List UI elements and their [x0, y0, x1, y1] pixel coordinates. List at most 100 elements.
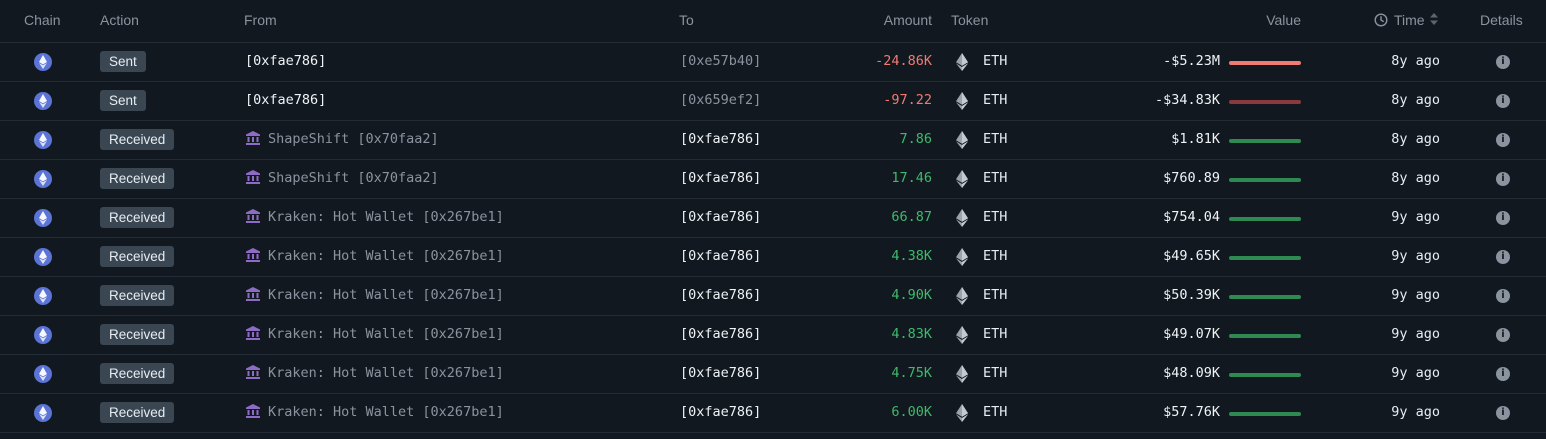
eth-token-icon: [956, 326, 968, 344]
amount-value: 4.83K: [891, 326, 932, 342]
time-ago: 9y ago: [1391, 365, 1440, 381]
usd-value: -$34.83K: [1154, 92, 1220, 108]
to-address-link[interactable]: [0x659ef2]: [680, 92, 761, 108]
info-icon[interactable]: i: [1496, 250, 1510, 264]
action-badge: Received: [100, 129, 175, 150]
ethereum-chain-icon: [34, 170, 52, 188]
amount-value: -97.22: [883, 92, 932, 108]
table-row[interactable]: Received Kraken: Hot Wallet [0x267be1] [0x…: [0, 316, 1546, 355]
eth-token-icon: [956, 170, 968, 188]
action-badge: Sent: [100, 51, 146, 72]
info-icon[interactable]: i: [1496, 211, 1510, 225]
table-row[interactable]: Received Kraken: Hot Wallet [0x267be1] [0x…: [0, 394, 1546, 433]
ethereum-chain-icon: [34, 92, 52, 110]
table-row[interactable]: Received Kraken: Hot Wallet [0x267be1] [0x…: [0, 238, 1546, 277]
eth-token-icon: [956, 209, 968, 227]
table-row[interactable]: Sent [0xfae786] [0xe57b40] -24.86K ETH -$5.23…: [0, 43, 1546, 82]
to-address-link[interactable]: [0xfae786]: [680, 404, 761, 420]
ethereum-chain-icon: [34, 404, 52, 422]
to-address-link[interactable]: [0xfae786]: [680, 287, 761, 303]
ethereum-chain-icon: [34, 287, 52, 305]
table-row[interactable]: Received Kraken: Hot Wallet [0x267be1] [0x…: [0, 199, 1546, 238]
header-time-sort[interactable]: Time: [1374, 12, 1438, 28]
eth-token-icon: [956, 92, 968, 110]
value-bar: [1229, 217, 1301, 221]
action-badge: Received: [100, 246, 175, 267]
eth-token-icon: [956, 53, 968, 71]
from-address-link[interactable]: Kraken: Hot Wallet [0x267be1]: [245, 287, 504, 303]
to-address-link[interactable]: [0xfae786]: [680, 209, 761, 225]
action-badge: Sent: [100, 90, 146, 111]
time-ago: 9y ago: [1391, 209, 1440, 225]
usd-value: $1.81K: [1171, 131, 1220, 147]
token-symbol[interactable]: ETH: [983, 209, 1007, 225]
from-address: Kraken: Hot Wallet [0x267be1]: [268, 326, 504, 342]
info-icon[interactable]: i: [1496, 367, 1510, 381]
to-address-link[interactable]: [0xe57b40]: [680, 53, 761, 69]
table-row[interactable]: Received ShapeShift [0x70faa2] [0xfae786] 7…: [0, 121, 1546, 160]
eth-token-icon: [956, 287, 968, 305]
to-address-link[interactable]: [0xfae786]: [680, 131, 761, 147]
from-address-link[interactable]: Kraken: Hot Wallet [0x267be1]: [245, 404, 504, 420]
usd-value: $50.39K: [1163, 287, 1220, 303]
info-icon[interactable]: i: [1496, 172, 1510, 186]
from-address: [0xfae786]: [245, 53, 327, 69]
info-icon[interactable]: i: [1496, 406, 1510, 420]
header-time: Time: [1394, 12, 1425, 28]
exchange-icon: [246, 248, 260, 262]
header-details: Details: [1480, 12, 1523, 28]
time-ago: 9y ago: [1391, 287, 1440, 303]
info-icon[interactable]: i: [1496, 94, 1510, 108]
token-symbol[interactable]: ETH: [983, 131, 1007, 147]
from-address: Kraken: Hot Wallet [0x267be1]: [268, 365, 504, 381]
ethereum-chain-icon: [34, 53, 52, 71]
clock-icon: [1374, 13, 1388, 27]
from-address-link[interactable]: [0xfae786]: [245, 53, 326, 69]
amount-value: 4.38K: [891, 248, 932, 264]
token-symbol[interactable]: ETH: [983, 365, 1007, 381]
token-symbol[interactable]: ETH: [983, 404, 1007, 420]
time-ago: 9y ago: [1391, 326, 1440, 342]
to-address-link[interactable]: [0xfae786]: [680, 326, 761, 342]
exchange-icon: [246, 209, 260, 223]
table-row[interactable]: Received Kraken: Hot Wallet [0x267be1] [0x…: [0, 355, 1546, 394]
amount-value: 17.46: [891, 170, 932, 186]
from-address-link[interactable]: ShapeShift [0x70faa2]: [245, 170, 439, 186]
value-bar: [1229, 334, 1301, 338]
token-symbol[interactable]: ETH: [983, 248, 1007, 264]
usd-value: $57.76K: [1163, 404, 1220, 420]
table-row[interactable]: Received ShapeShift [0x70faa2] [0xfae786] 1…: [0, 160, 1546, 199]
from-address-link[interactable]: ShapeShift [0x70faa2]: [245, 131, 439, 147]
to-address-link[interactable]: [0xfae786]: [680, 170, 761, 186]
token-symbol[interactable]: ETH: [983, 53, 1007, 69]
token-symbol[interactable]: ETH: [983, 287, 1007, 303]
token-symbol[interactable]: ETH: [983, 326, 1007, 342]
table-row[interactable]: Sent [0xfae786] [0x659ef2] -97.22 ETH -$34.83…: [0, 82, 1546, 121]
value-bar: [1229, 373, 1301, 377]
time-ago: 9y ago: [1391, 404, 1440, 420]
token-symbol[interactable]: ETH: [983, 92, 1007, 108]
to-address-link[interactable]: [0xfae786]: [680, 365, 761, 381]
from-address-link[interactable]: Kraken: Hot Wallet [0x267be1]: [245, 326, 504, 342]
amount-value: 6.00K: [891, 404, 932, 420]
header-action: Action: [100, 12, 139, 28]
from-address-link[interactable]: [0xfae786]: [245, 92, 326, 108]
info-icon[interactable]: i: [1496, 133, 1510, 147]
amount-value: 7.86: [899, 131, 932, 147]
amount-value: 66.87: [891, 209, 932, 225]
from-address-link[interactable]: Kraken: Hot Wallet [0x267be1]: [245, 365, 504, 381]
info-icon[interactable]: i: [1496, 289, 1510, 303]
info-icon[interactable]: i: [1496, 55, 1510, 69]
header-amount: Amount: [883, 12, 932, 28]
from-address: ShapeShift [0x70faa2]: [268, 131, 439, 147]
token-symbol[interactable]: ETH: [983, 170, 1007, 186]
info-icon[interactable]: i: [1496, 328, 1510, 342]
from-address-link[interactable]: Kraken: Hot Wallet [0x267be1]: [245, 209, 504, 225]
usd-value: -$5.23M: [1163, 53, 1220, 69]
value-bar: [1229, 61, 1301, 65]
value-bar: [1229, 178, 1301, 182]
to-address-link[interactable]: [0xfae786]: [680, 248, 761, 264]
from-address-link[interactable]: Kraken: Hot Wallet [0x267be1]: [245, 248, 504, 264]
sort-icon: [1429, 13, 1438, 25]
table-row[interactable]: Received Kraken: Hot Wallet [0x267be1] [0x…: [0, 277, 1546, 316]
